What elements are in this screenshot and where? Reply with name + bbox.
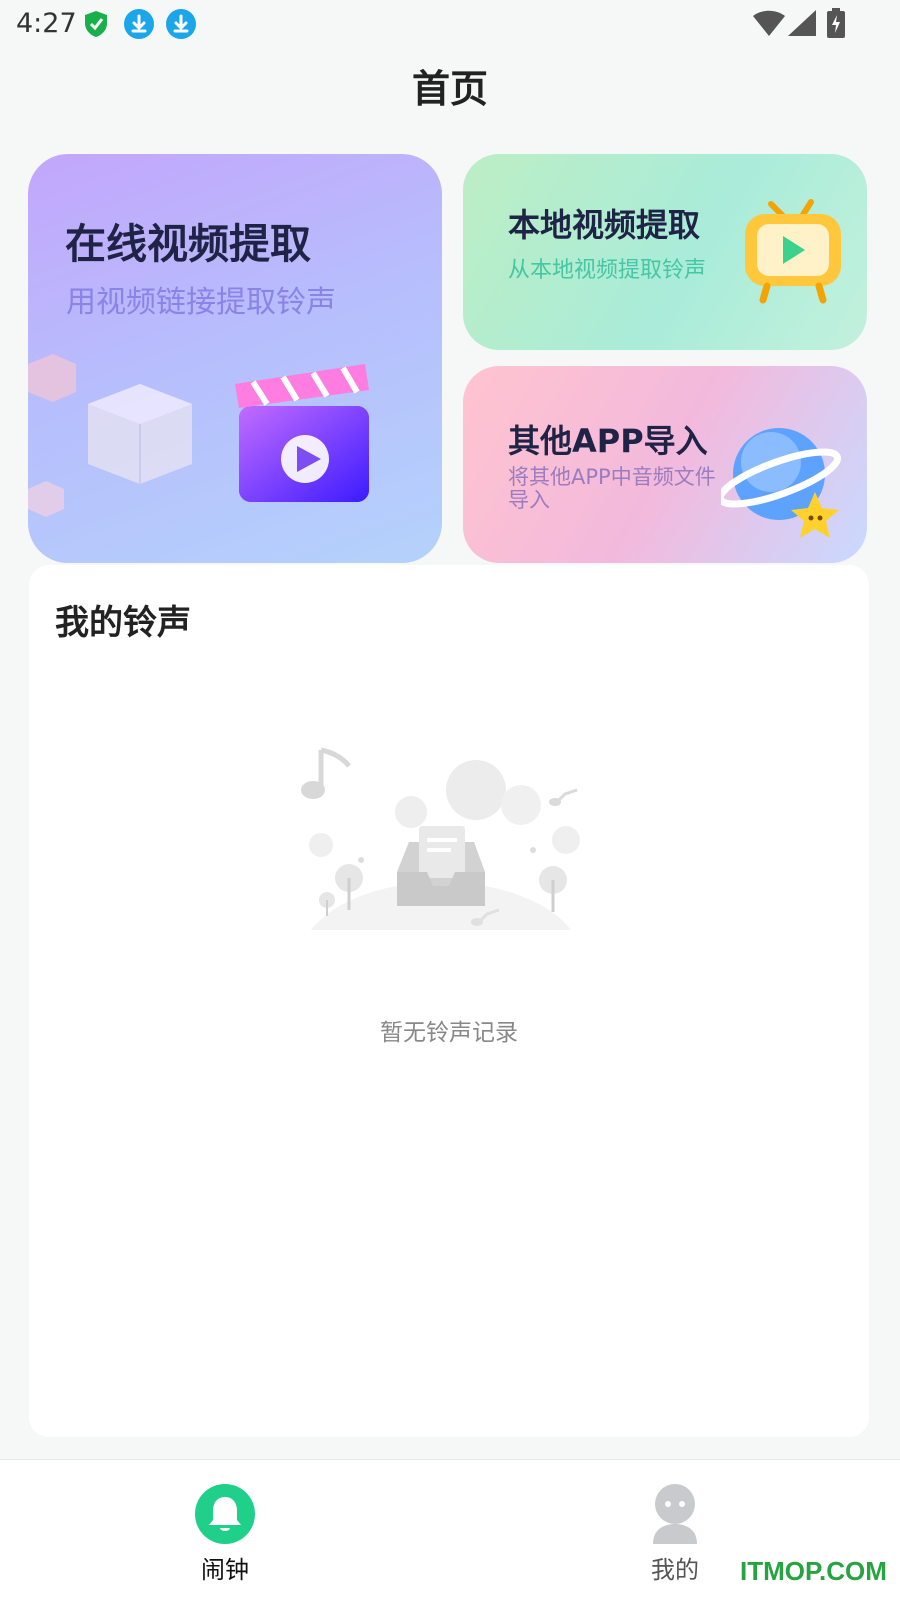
person-icon (653, 1484, 697, 1544)
card-subtitle: 将其他APP中音频文件导入 (508, 465, 716, 512)
nav-tab-alarm[interactable]: 闹钟 (165, 1484, 285, 1585)
wifi-icon (753, 10, 785, 36)
my-ringtones-panel: 我的铃声 暂无铃声记录 (29, 565, 869, 1437)
local-video-extract-card[interactable]: 本地视频提取 从本地视频提取铃声 (463, 154, 867, 350)
nav-tab-mine[interactable]: 我的 (615, 1484, 735, 1585)
empty-inbox-illustration-icon (291, 747, 591, 970)
signal-icon (788, 10, 816, 36)
status-time: 4:27 (16, 8, 77, 39)
download-icon (124, 9, 154, 39)
card-subtitle: 用视频链接提取铃声 (66, 285, 336, 320)
shield-icon (82, 9, 112, 39)
empty-state-text: 暂无铃声记录 (380, 1020, 518, 1046)
status-bar: 4:27 (0, 0, 900, 48)
bell-icon (195, 1484, 255, 1544)
planet-star-icon (721, 428, 842, 538)
card-title: 在线视频提取 (65, 220, 311, 268)
clapperboard-icon (235, 364, 369, 502)
tv-play-icon (745, 199, 841, 304)
other-app-import-card[interactable]: 其他APP导入 将其他APP中音频文件导入 (463, 366, 867, 563)
card-subtitle: 从本地视频提取铃声 (508, 258, 707, 283)
section-title: 我的铃声 (55, 603, 191, 643)
card-title: 其他APP导入 (508, 422, 708, 460)
watermark: ITMOP.COM (740, 1556, 887, 1586)
nav-label: 我的 (651, 1556, 699, 1584)
download-icon (166, 9, 196, 39)
battery-charging-icon (827, 8, 845, 38)
nav-label: 闹钟 (201, 1556, 249, 1584)
page-title: 首页 (411, 67, 488, 111)
online-video-extract-card[interactable]: 在线视频提取 用视频链接提取铃声 (28, 154, 442, 563)
card-title: 本地视频提取 (508, 206, 701, 244)
